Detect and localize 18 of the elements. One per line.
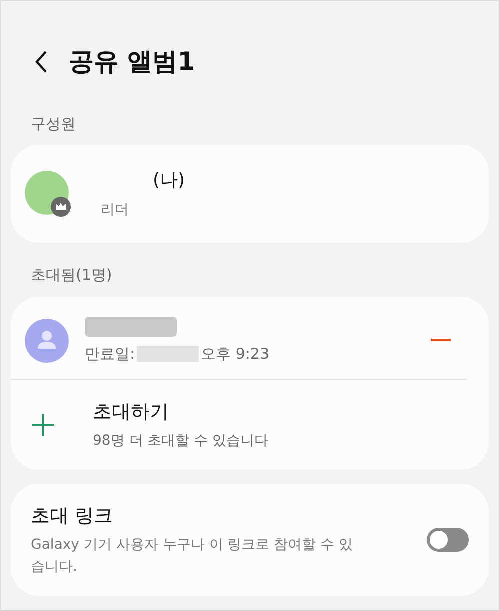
plus-icon xyxy=(31,412,55,437)
section-heading: 초대됨(1명) xyxy=(31,265,112,286)
invite-button[interactable]: 초대하기 98명 더 초대할 수 있습니다 xyxy=(11,380,489,470)
link-toggle[interactable] xyxy=(427,528,469,552)
link-description: Galaxy 기기 사용자 누구나 이 링크로 참여할 수 있습니다. xyxy=(31,536,354,577)
member-role: 리더 xyxy=(101,201,129,220)
member-name: (나) xyxy=(153,169,186,193)
blurred-date xyxy=(137,346,200,362)
link-title: 초대 링크 xyxy=(31,504,114,528)
expiry-label: 만료일: xyxy=(85,344,136,364)
page-title: 공유 앨범1 xyxy=(69,46,196,78)
back-icon xyxy=(34,50,48,74)
invite-label: 초대하기 xyxy=(93,400,170,425)
minus-icon xyxy=(431,339,451,342)
person-avatar-icon xyxy=(25,318,69,363)
section-heading: 구성원 xyxy=(31,114,76,134)
invite-hint: 98명 더 초대할 수 있습니다 xyxy=(93,432,269,450)
expiry-time: 오후 9:23 xyxy=(201,344,270,364)
